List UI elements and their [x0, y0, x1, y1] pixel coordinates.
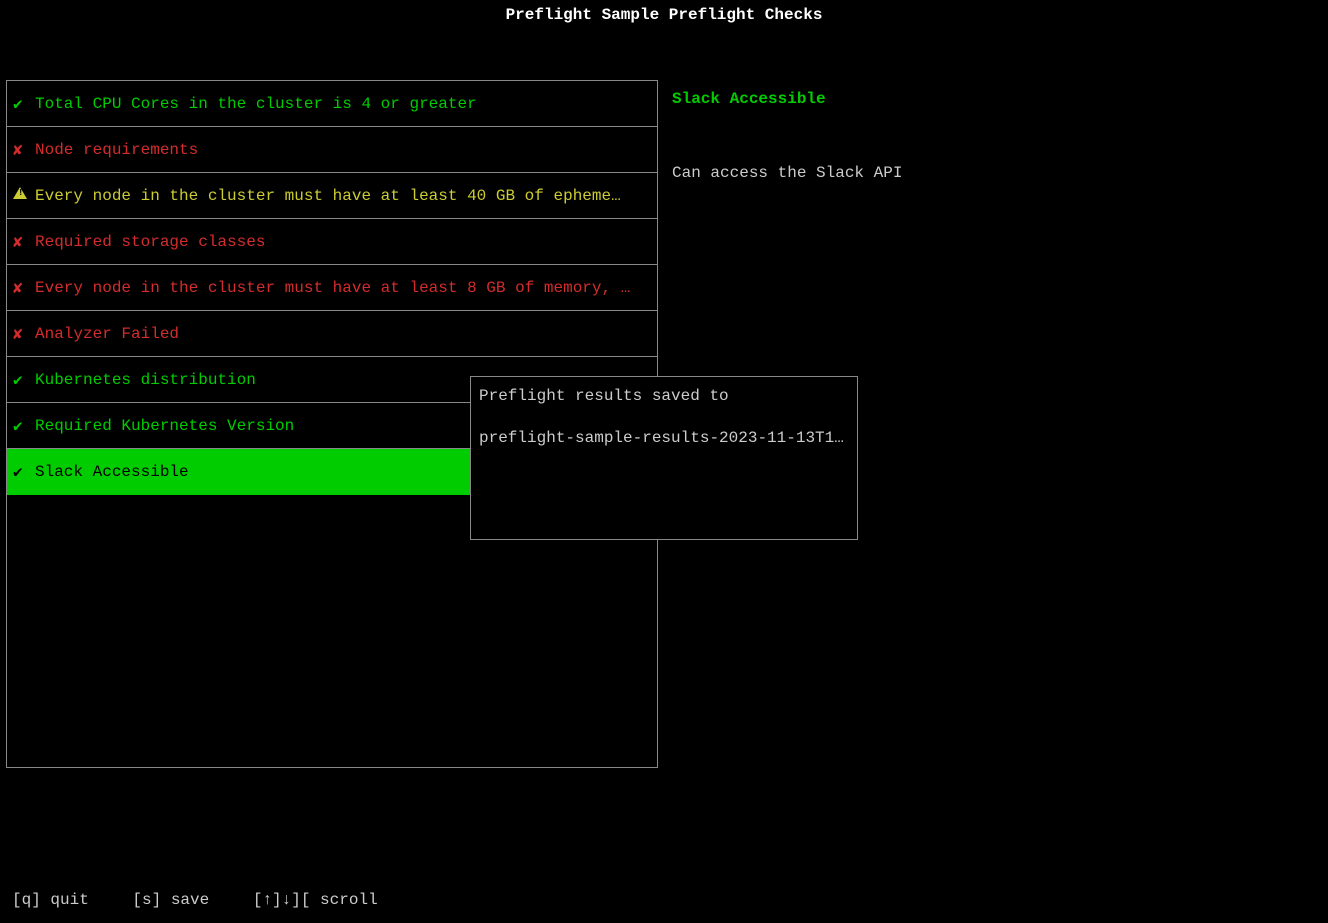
check-row[interactable]: ✘ Every node in the cluster must have at… — [7, 265, 657, 311]
check-row[interactable]: Every node in the cluster must have at l… — [7, 173, 657, 219]
check-pass-icon: ✔ — [13, 416, 35, 436]
check-label: Required Kubernetes Version — [35, 417, 294, 435]
detail-body: Can access the Slack API — [672, 164, 1312, 182]
check-label: Analyzer Failed — [35, 325, 179, 343]
check-warn-icon — [13, 187, 35, 205]
check-pass-icon: ✔ — [13, 370, 35, 390]
check-row[interactable]: ✘ Node requirements — [7, 127, 657, 173]
key-quit: [q] quit — [12, 891, 89, 909]
key-scroll: [↑]↓][ scroll — [253, 891, 378, 909]
key-save: [s] save — [132, 891, 209, 909]
detail-title: Slack Accessible — [672, 90, 1312, 108]
check-label: Every node in the cluster must have at l… — [35, 187, 621, 205]
check-row[interactable]: ✘ Required storage classes — [7, 219, 657, 265]
check-pass-icon: ✔ — [13, 94, 35, 114]
check-row[interactable]: ✘ Analyzer Failed — [7, 311, 657, 357]
check-pass-icon: ✔ — [13, 462, 35, 482]
check-label: Total CPU Cores in the cluster is 4 or g… — [35, 95, 477, 113]
check-label: Every node in the cluster must have at l… — [35, 279, 630, 297]
check-label: Node requirements — [35, 141, 198, 159]
footer-keybindings: [q] quit [s] save [↑]↓][ scroll — [12, 891, 412, 909]
popup-filename: preflight-sample-results-2023-11-13T1… — [479, 429, 849, 447]
popup-message: Preflight results saved to — [479, 387, 849, 405]
check-fail-icon: ✘ — [13, 324, 35, 344]
check-row[interactable]: ✔ Total CPU Cores in the cluster is 4 or… — [7, 81, 657, 127]
check-label: Required storage classes — [35, 233, 265, 251]
check-label: Slack Accessible — [35, 463, 189, 481]
check-fail-icon: ✘ — [13, 278, 35, 298]
detail-pane: Slack Accessible Can access the Slack AP… — [672, 90, 1312, 182]
results-saved-popup: Preflight results saved to preflight-sam… — [470, 376, 858, 540]
page-title: Preflight Sample Preflight Checks — [0, 0, 1328, 30]
check-label: Kubernetes distribution — [35, 371, 256, 389]
check-fail-icon: ✘ — [13, 140, 35, 160]
check-fail-icon: ✘ — [13, 232, 35, 252]
